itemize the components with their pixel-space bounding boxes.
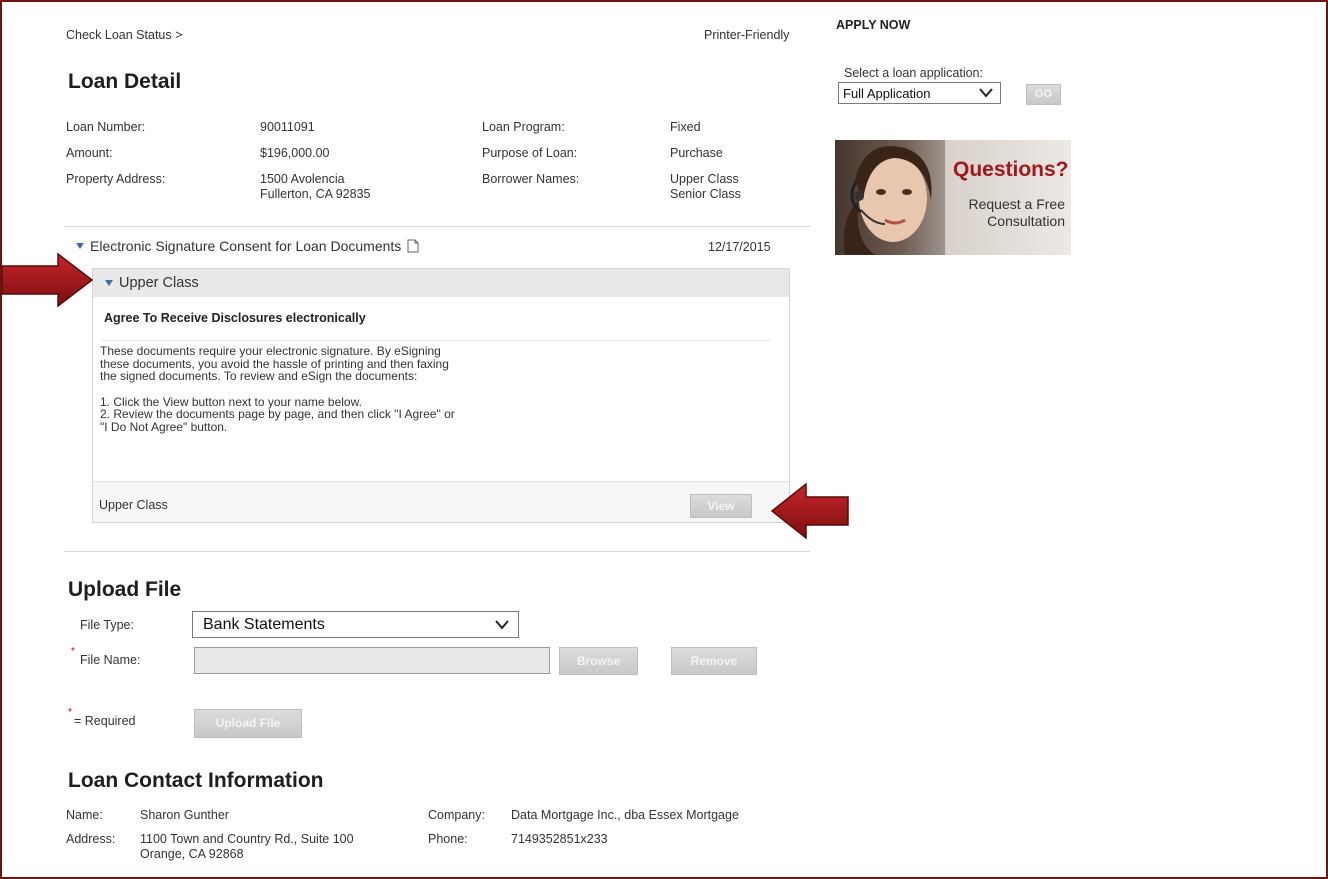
- esign-date: 12/17/2015: [708, 240, 771, 254]
- file-name-input[interactable]: [194, 647, 550, 674]
- purpose-label: Purpose of Loan:: [482, 146, 578, 160]
- loan-program-value: Fixed: [670, 120, 701, 134]
- contact-address-line1: 1100 Town and Country Rd., Suite 100: [140, 832, 354, 846]
- contact-name-value: Sharon Gunther: [140, 808, 229, 822]
- loan-program-label: Loan Program:: [482, 120, 565, 134]
- upload-file-button[interactable]: Upload File: [194, 709, 302, 738]
- required-star: *: [68, 707, 72, 718]
- file-name-label: File Name:: [80, 653, 141, 667]
- file-type-label: File Type:: [80, 618, 134, 632]
- contact-phone-value: 7149352851x233: [511, 832, 608, 846]
- remove-button[interactable]: Remove: [671, 647, 757, 675]
- property-address-line1: 1500 Avolencia: [260, 172, 345, 186]
- ad-line: Request a Free: [968, 196, 1066, 212]
- contact-address-label: Address:: [66, 832, 116, 846]
- browse-button[interactable]: Browse: [559, 647, 638, 675]
- support-agent-image: [835, 140, 945, 255]
- loan-application-select[interactable]: Full Application: [838, 82, 1001, 104]
- contact-company-label: Company:: [428, 808, 485, 822]
- borrower-names-value: Upper Class Senior Class: [670, 172, 741, 202]
- divider: [64, 551, 810, 552]
- instruction-line: "I Do Not Agree" button.: [100, 419, 228, 434]
- instruction-line: 2. Review the documents page by page, an…: [100, 407, 455, 421]
- chevron-down-icon: [979, 88, 993, 98]
- select-loan-label: Select a loan application:: [844, 66, 983, 80]
- page-frame: Check Loan Status > Printer-Friendly Loa…: [0, 0, 1328, 879]
- file-type-value: Bank Statements: [203, 615, 325, 633]
- printer-friendly-link[interactable]: Printer-Friendly: [704, 28, 789, 42]
- contact-address-line2: Orange, CA 92868: [140, 847, 244, 861]
- amount-label: Amount:: [66, 146, 113, 160]
- borrower-header-name: Upper Class: [119, 275, 199, 291]
- view-button[interactable]: View: [690, 494, 752, 518]
- ad-line: Consultation: [987, 213, 1065, 229]
- property-address-line2: Fullerton, CA 92835: [260, 187, 371, 201]
- apply-now-heading: APPLY NOW: [836, 18, 911, 32]
- borrower-names-label: Borrower Names:: [482, 172, 580, 186]
- pointer-arrow-right-icon: [2, 252, 94, 308]
- loan-number-value: 90011091: [260, 120, 315, 134]
- ad-subtitle: Request a Free Consultation: [949, 196, 1066, 230]
- instruction-line: These documents require your electronic …: [100, 344, 441, 358]
- contact-phone-label: Phone:: [428, 832, 468, 846]
- required-note: = Required: [74, 714, 136, 728]
- borrower-name-1: Upper Class: [670, 172, 739, 186]
- signer-name: Upper Class: [99, 498, 168, 512]
- collapse-triangle-icon: [76, 243, 84, 249]
- divider: [64, 226, 810, 227]
- borrower-header-toggle[interactable]: Upper Class: [93, 269, 789, 297]
- go-button[interactable]: GO: [1026, 84, 1061, 105]
- chevron-down-icon: [495, 620, 509, 630]
- upload-file-title: Upload File: [68, 578, 182, 601]
- required-star: *: [71, 646, 75, 657]
- esign-section-title: Electronic Signature Consent for Loan Do…: [90, 238, 402, 254]
- esign-instructions: These documents require your electronic …: [100, 345, 455, 433]
- document-icon[interactable]: [407, 239, 419, 253]
- purpose-value: Purchase: [670, 146, 723, 160]
- pointer-arrow-left-icon: [770, 482, 849, 540]
- file-type-select[interactable]: Bank Statements: [192, 611, 519, 638]
- esign-panel: Upper Class Agree To Receive Disclosures…: [92, 268, 790, 523]
- collapse-triangle-icon: [105, 280, 113, 286]
- signer-row: Upper Class View: [93, 481, 789, 522]
- ad-title: Questions?: [953, 158, 1069, 181]
- consultation-ad-banner[interactable]: Questions? Request a Free Consultation: [835, 140, 1071, 255]
- property-address-label: Property Address:: [66, 172, 166, 186]
- borrower-name-2: Senior Class: [670, 187, 741, 201]
- amount-value: $196,000.00: [260, 146, 330, 160]
- esign-section-toggle[interactable]: Electronic Signature Consent for Loan Do…: [76, 238, 419, 254]
- breadcrumb-check-loan-status[interactable]: Check Loan Status >: [66, 28, 182, 42]
- loan-application-value: Full Application: [843, 85, 931, 101]
- agree-title: Agree To Receive Disclosures electronica…: [104, 311, 366, 325]
- contact-address-value: 1100 Town and Country Rd., Suite 100 Ora…: [140, 832, 354, 862]
- contact-name-label: Name:: [66, 808, 103, 822]
- contact-company-value: Data Mortgage Inc., dba Essex Mortgage: [511, 808, 739, 822]
- instruction-line: the signed documents. To review and eSig…: [100, 369, 418, 383]
- loan-detail-title: Loan Detail: [68, 70, 182, 93]
- instruction-spacer: [100, 383, 455, 396]
- loan-contact-title: Loan Contact Information: [68, 769, 324, 792]
- loan-number-label: Loan Number:: [66, 120, 146, 134]
- divider: [101, 340, 771, 341]
- property-address-value: 1500 Avolencia Fullerton, CA 92835: [260, 172, 371, 202]
